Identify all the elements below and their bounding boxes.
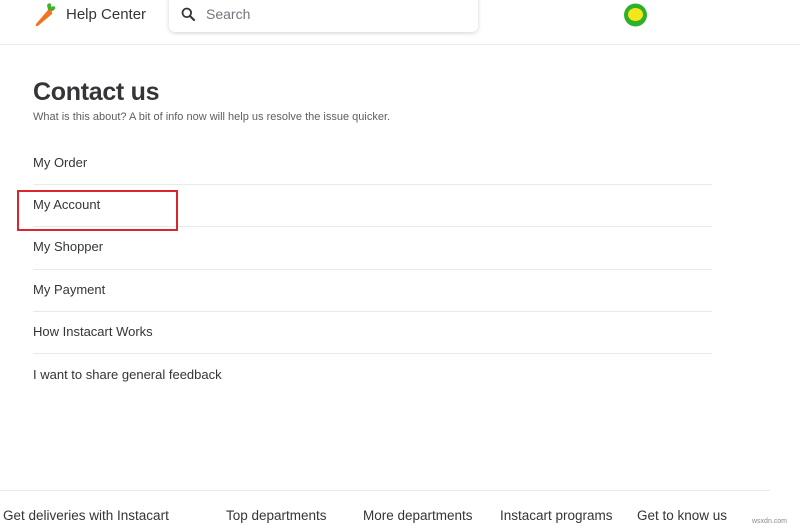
topic-label: My Shopper: [33, 239, 104, 255]
page-subtitle: What is this about? A bit of info now wi…: [33, 111, 391, 123]
annotation-highlight-box: [17, 190, 178, 231]
topic-how-instacart-works[interactable]: How Instacart Works: [33, 312, 712, 354]
footer-link-instacart-programs[interactable]: Instacart programs: [500, 508, 613, 523]
carrot-logo-icon[interactable]: [33, 3, 59, 27]
footer-link-get-deliveries[interactable]: Get deliveries with Instacart: [3, 508, 169, 523]
contact-topic-list: My Order My Account My Shopper My Paymen…: [33, 143, 712, 396]
search-input[interactable]: [206, 4, 466, 24]
avatar[interactable]: [623, 3, 648, 27]
help-center-brand[interactable]: Help Center: [66, 6, 146, 23]
topic-label: I want to share general feedback: [33, 366, 222, 382]
search-box[interactable]: [169, 0, 478, 32]
footer-link-top-departments[interactable]: Top departments: [226, 508, 327, 523]
search-icon: [181, 7, 195, 21]
topic-my-payment[interactable]: My Payment: [33, 270, 712, 312]
footer-link-get-to-know-us[interactable]: Get to know us: [637, 508, 727, 523]
topic-label: My Payment: [33, 281, 106, 297]
header: Help Center: [0, 0, 800, 45]
footer: Get deliveries with Instacart Top depart…: [0, 490, 770, 529]
page-title: Contact us: [33, 78, 160, 106]
topic-label: My Order: [33, 155, 88, 171]
watermark: wsxdn.com: [752, 518, 788, 525]
topic-my-shopper[interactable]: My Shopper: [33, 227, 712, 270]
footer-link-more-departments[interactable]: More departments: [363, 508, 473, 523]
topic-general-feedback[interactable]: I want to share general feedback: [33, 354, 712, 396]
topic-label: How Instacart Works: [33, 323, 153, 339]
topic-my-order[interactable]: My Order: [33, 143, 712, 186]
